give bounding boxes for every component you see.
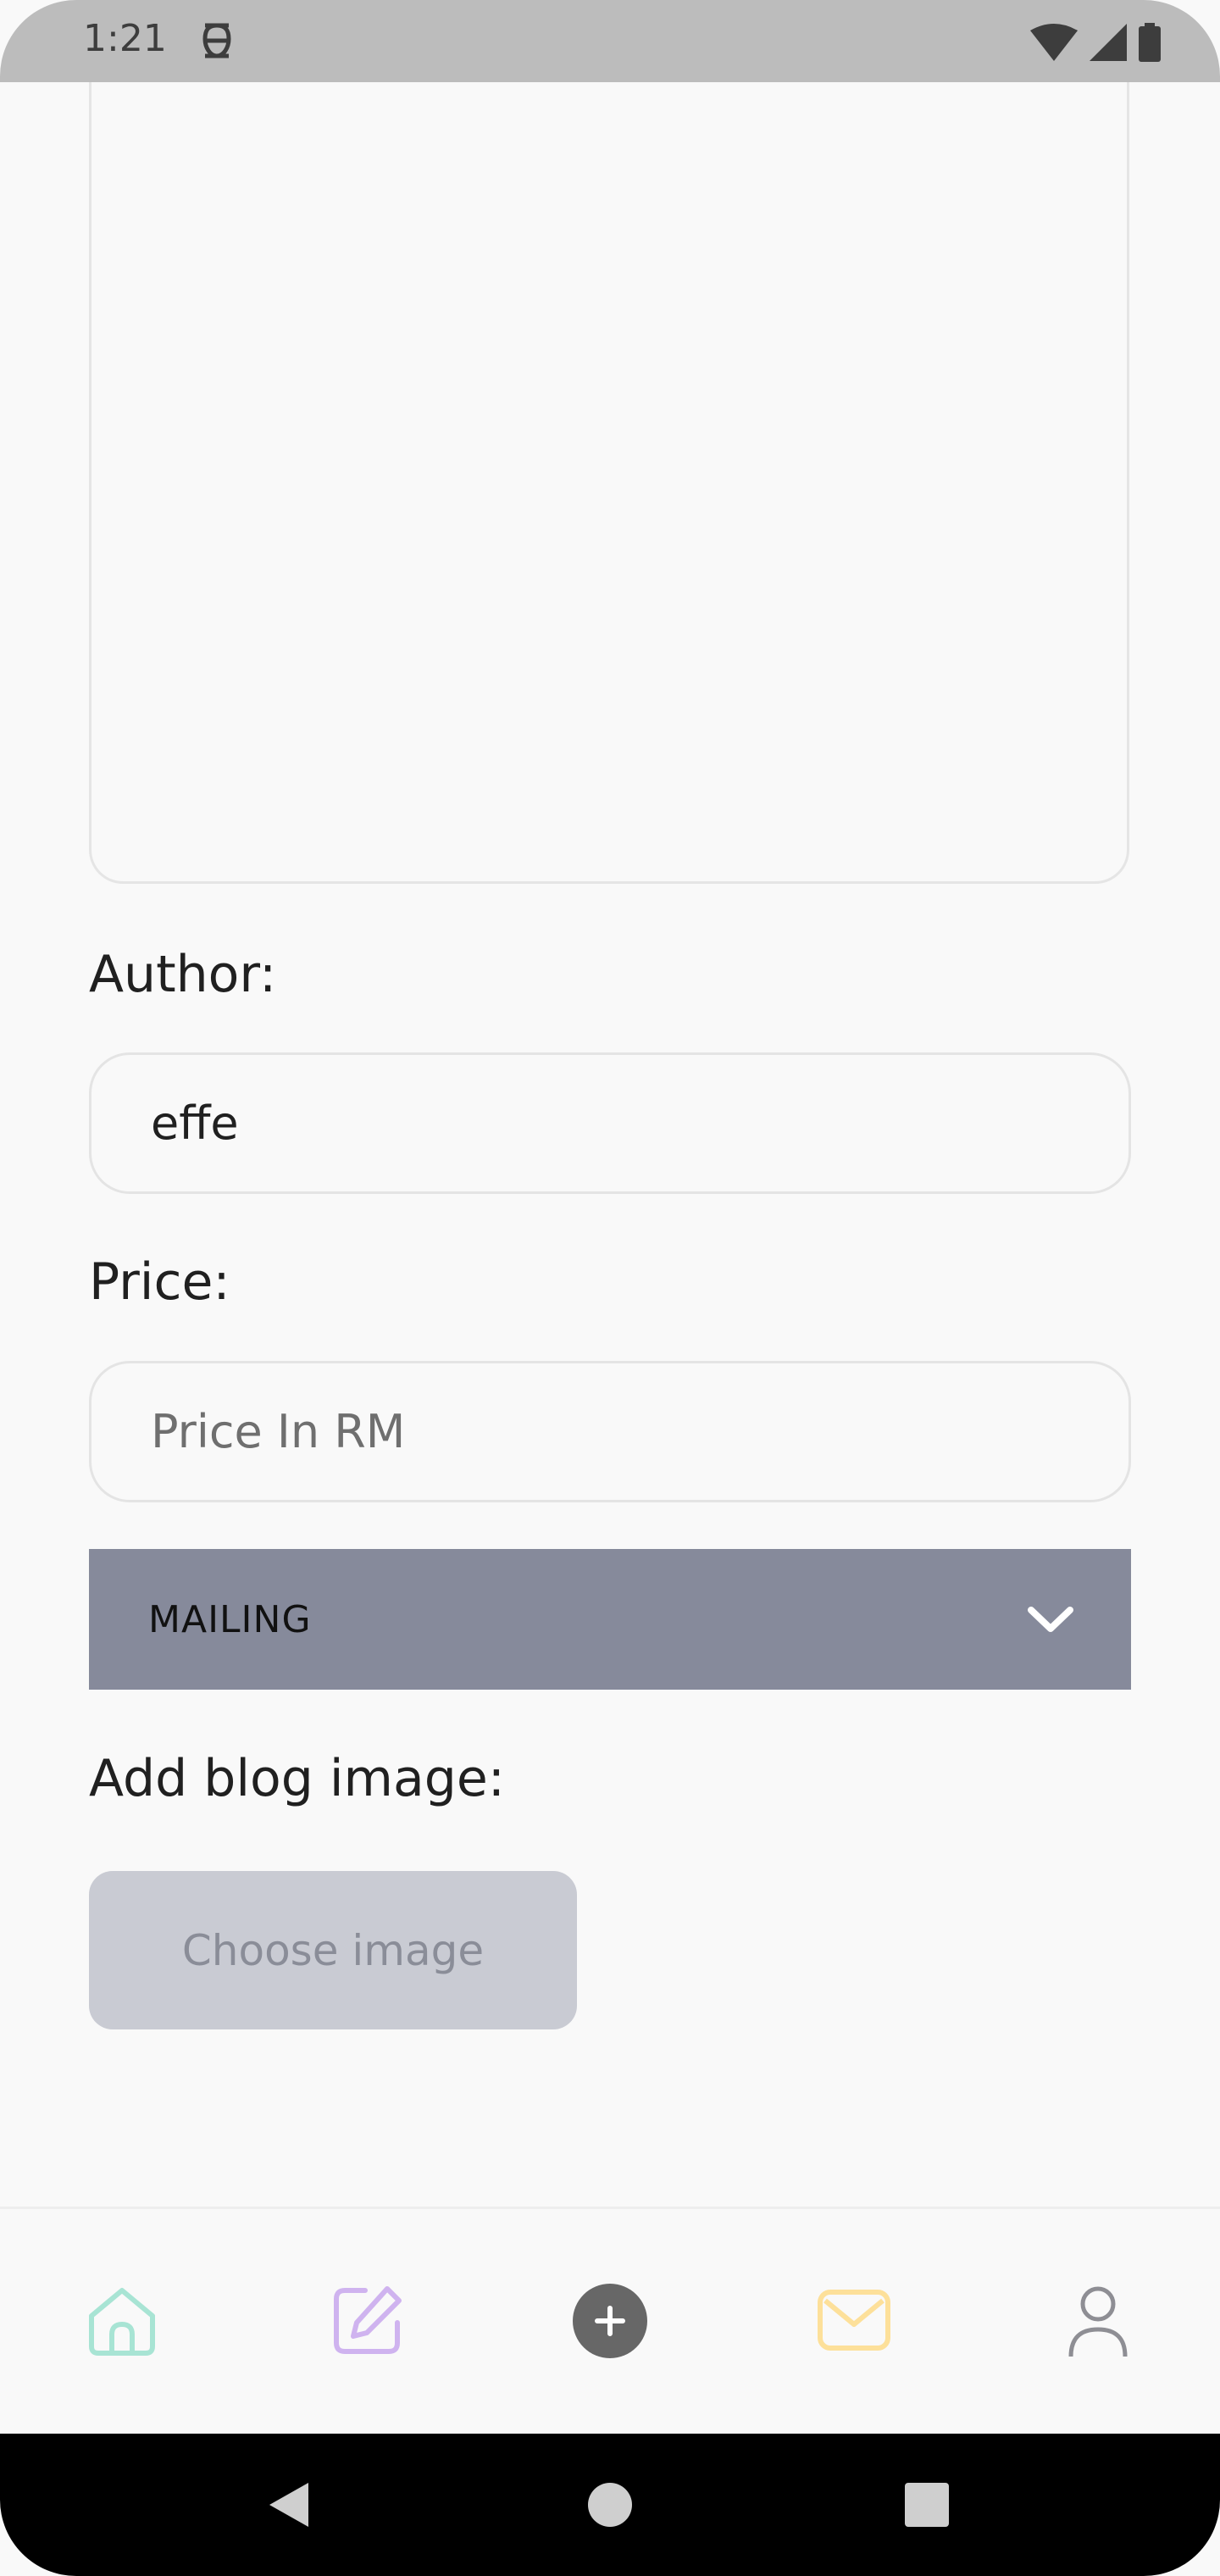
nav-profile[interactable] xyxy=(1056,2279,1140,2363)
mail-icon xyxy=(818,2290,890,2351)
nav-add[interactable] xyxy=(568,2279,652,2363)
content-textarea[interactable] xyxy=(89,34,1129,884)
recents-icon[interactable] xyxy=(900,2478,954,2532)
wifi-icon xyxy=(1030,24,1078,61)
nav-mail[interactable] xyxy=(812,2279,896,2363)
edit-icon xyxy=(334,2286,402,2354)
category-dropdown[interactable]: MAILING xyxy=(89,1549,1131,1690)
image-label: Add blog image: xyxy=(89,1749,505,1808)
bottom-nav xyxy=(0,2207,1220,2434)
user-icon xyxy=(1068,2286,1128,2357)
author-input[interactable]: effe xyxy=(89,1052,1131,1194)
price-label: Price: xyxy=(89,1252,230,1312)
signal-icon xyxy=(1090,24,1127,61)
screen: 1:21 Author: effe Price: Price In RM MAI… xyxy=(0,0,1220,2576)
notification-icon xyxy=(202,23,231,58)
chevron-down-icon xyxy=(1028,1607,1073,1632)
status-right-icons xyxy=(1030,22,1161,63)
choose-image-button[interactable]: Choose image xyxy=(89,1871,577,2029)
price-input[interactable]: Price In RM xyxy=(89,1361,1131,1502)
home-icon xyxy=(89,2288,155,2356)
battery-icon xyxy=(1139,23,1161,62)
category-selected-value: MAILING xyxy=(148,1597,312,1641)
add-icon xyxy=(573,2284,647,2358)
status-bar: 1:21 xyxy=(0,0,1220,82)
back-icon[interactable] xyxy=(263,2478,317,2532)
system-nav-bar xyxy=(0,2434,1220,2576)
home-circle-icon[interactable] xyxy=(583,2478,637,2532)
nav-edit[interactable] xyxy=(324,2279,409,2363)
status-time: 1:21 xyxy=(83,17,167,60)
author-label: Author: xyxy=(89,945,277,1004)
nav-home[interactable] xyxy=(80,2279,164,2363)
